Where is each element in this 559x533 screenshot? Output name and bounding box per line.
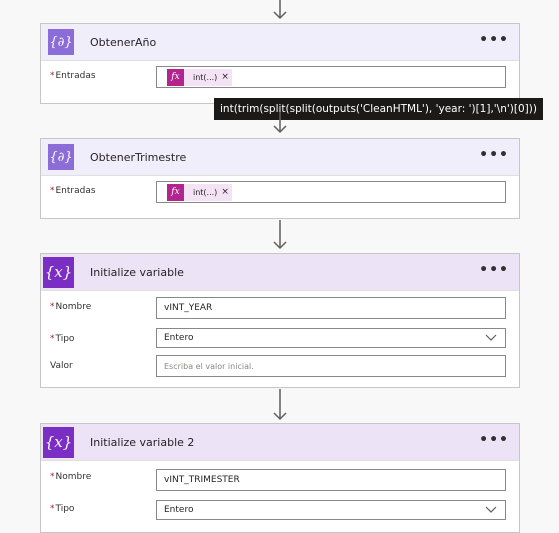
initialize-variable-card[interactable]: {x} Initialize variable ••• *Nombre vINT… — [40, 253, 520, 388]
variable-x-icon: {x} — [43, 426, 74, 458]
field-label: Valor — [50, 361, 73, 371]
inputs-field[interactable]: fx int(...) × — [156, 66, 506, 88]
connector-arrow-icon — [273, 389, 287, 421]
card-header[interactable]: {∂} ObtenerTrimestre ••• — [41, 139, 519, 176]
card-header[interactable]: {x} Initialize variable 2 ••• — [41, 424, 519, 461]
type-dropdown[interactable]: Entero — [156, 500, 506, 520]
expression-token[interactable]: fx int(...) × — [167, 68, 232, 86]
compose-curly-braces-icon: {∂} — [48, 29, 74, 55]
token-label: int(...) — [193, 187, 218, 197]
card-title[interactable]: ObtenerAño — [90, 36, 156, 49]
remove-token-icon[interactable]: × — [221, 72, 229, 82]
field-label: *Tipo — [50, 334, 75, 344]
type-dropdown[interactable]: Entero — [156, 328, 506, 348]
value-field[interactable]: Escriba el valor inicial. — [156, 355, 506, 377]
variable-x-icon: {x} — [43, 256, 74, 288]
field-label: *Entradas — [50, 186, 96, 196]
connector-arrow-icon — [273, 0, 287, 20]
card-title[interactable]: Initialize variable 2 — [90, 436, 194, 449]
compose-action-card[interactable]: {∂} ObtenerTrimestre ••• *Entradas fx in… — [40, 138, 520, 219]
more-options-icon[interactable]: ••• — [479, 33, 509, 47]
connector-arrow-icon — [273, 220, 287, 250]
expression-tooltip: int(trim(split(split(outputs('CleanHTML'… — [214, 98, 543, 120]
card-title[interactable]: Initialize variable — [90, 266, 184, 279]
field-label: *Nombre — [50, 472, 92, 482]
more-options-icon[interactable]: ••• — [479, 148, 509, 162]
fx-icon: fx — [167, 68, 184, 86]
card-title[interactable]: ObtenerTrimestre — [90, 151, 186, 164]
chevron-down-icon[interactable] — [485, 334, 497, 342]
connector-arrow-icon — [273, 112, 287, 134]
field-label: *Entradas — [50, 71, 96, 81]
compose-curly-braces-icon: {∂} — [48, 144, 74, 170]
chevron-down-icon[interactable] — [485, 506, 497, 514]
initialize-variable-card[interactable]: {x} Initialize variable 2 ••• *Nombre vI… — [40, 423, 520, 533]
inputs-field[interactable]: fx int(...) × — [156, 181, 506, 203]
field-label: *Nombre — [50, 302, 92, 312]
more-options-icon[interactable]: ••• — [479, 433, 509, 447]
compose-action-card[interactable]: {∂} ObtenerAño ••• *Entradas fx int(...)… — [40, 23, 520, 104]
name-field[interactable]: vINT_YEAR — [156, 297, 506, 319]
remove-token-icon[interactable]: × — [221, 187, 229, 197]
fx-icon: fx — [167, 183, 184, 201]
name-field[interactable]: vINT_TRIMESTER — [156, 469, 506, 491]
card-header[interactable]: {x} Initialize variable ••• — [41, 254, 519, 291]
field-label: *Tipo — [50, 504, 75, 514]
more-options-icon[interactable]: ••• — [479, 263, 509, 277]
card-header[interactable]: {∂} ObtenerAño ••• — [41, 24, 519, 61]
expression-token[interactable]: fx int(...) × — [167, 183, 232, 201]
token-label: int(...) — [193, 72, 218, 82]
